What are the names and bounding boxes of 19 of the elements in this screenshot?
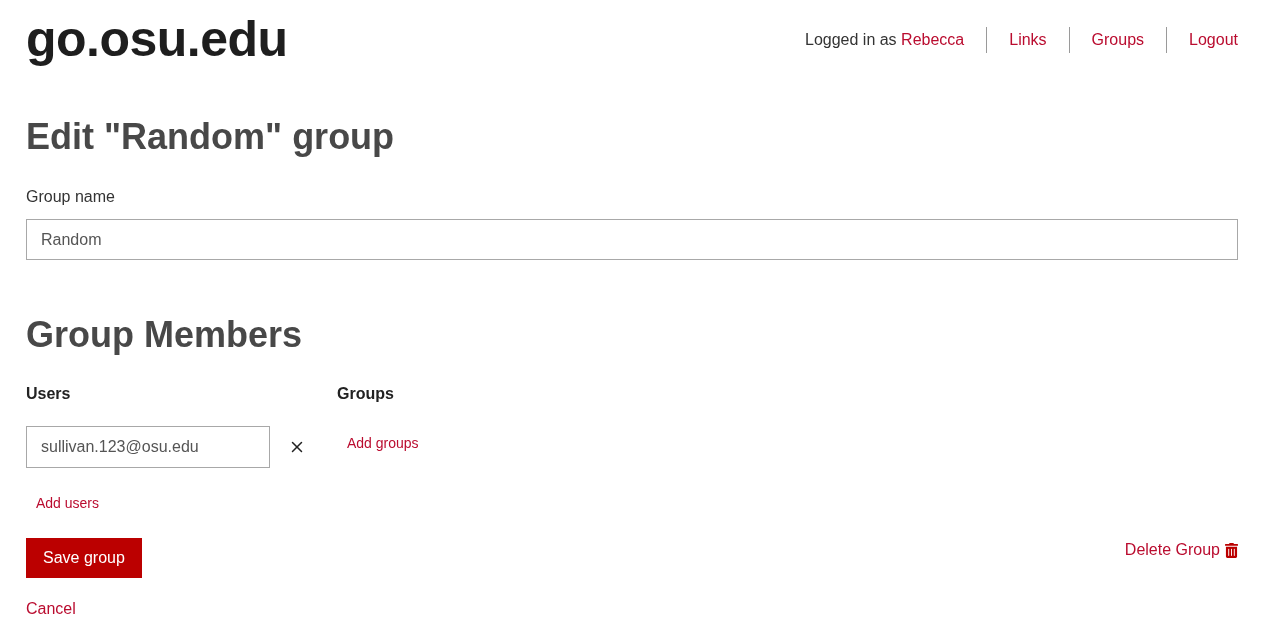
cancel-link[interactable]: Cancel	[26, 599, 76, 619]
nav-link[interactable]: Groups	[1091, 31, 1145, 49]
nav-link[interactable]: Links	[1009, 31, 1047, 49]
add-groups-link[interactable]: Add groups	[347, 434, 419, 452]
site-logo[interactable]: go.osu.edu	[26, 14, 288, 64]
section-title: Group Members	[26, 313, 303, 356]
page-title: Edit "Random" group	[26, 115, 395, 158]
column-label: Groups	[337, 384, 394, 404]
field-label: Group name	[26, 187, 115, 207]
group-name-field[interactable]: Random	[26, 219, 1238, 260]
add-users-link[interactable]: Add users	[36, 494, 100, 512]
logged-in-label: Logged in as	[805, 31, 897, 49]
nav-link[interactable]: Logout	[1189, 31, 1238, 49]
trash-icon	[1225, 542, 1238, 558]
save-button[interactable]: Save group	[26, 538, 142, 578]
user-field[interactable]: sullivan.123@osu.edu	[26, 426, 270, 468]
delete-group-link[interactable]: Delete Group	[1124, 540, 1238, 560]
user-link[interactable]: Rebecca	[901, 31, 965, 49]
column-label: Users	[26, 384, 71, 404]
